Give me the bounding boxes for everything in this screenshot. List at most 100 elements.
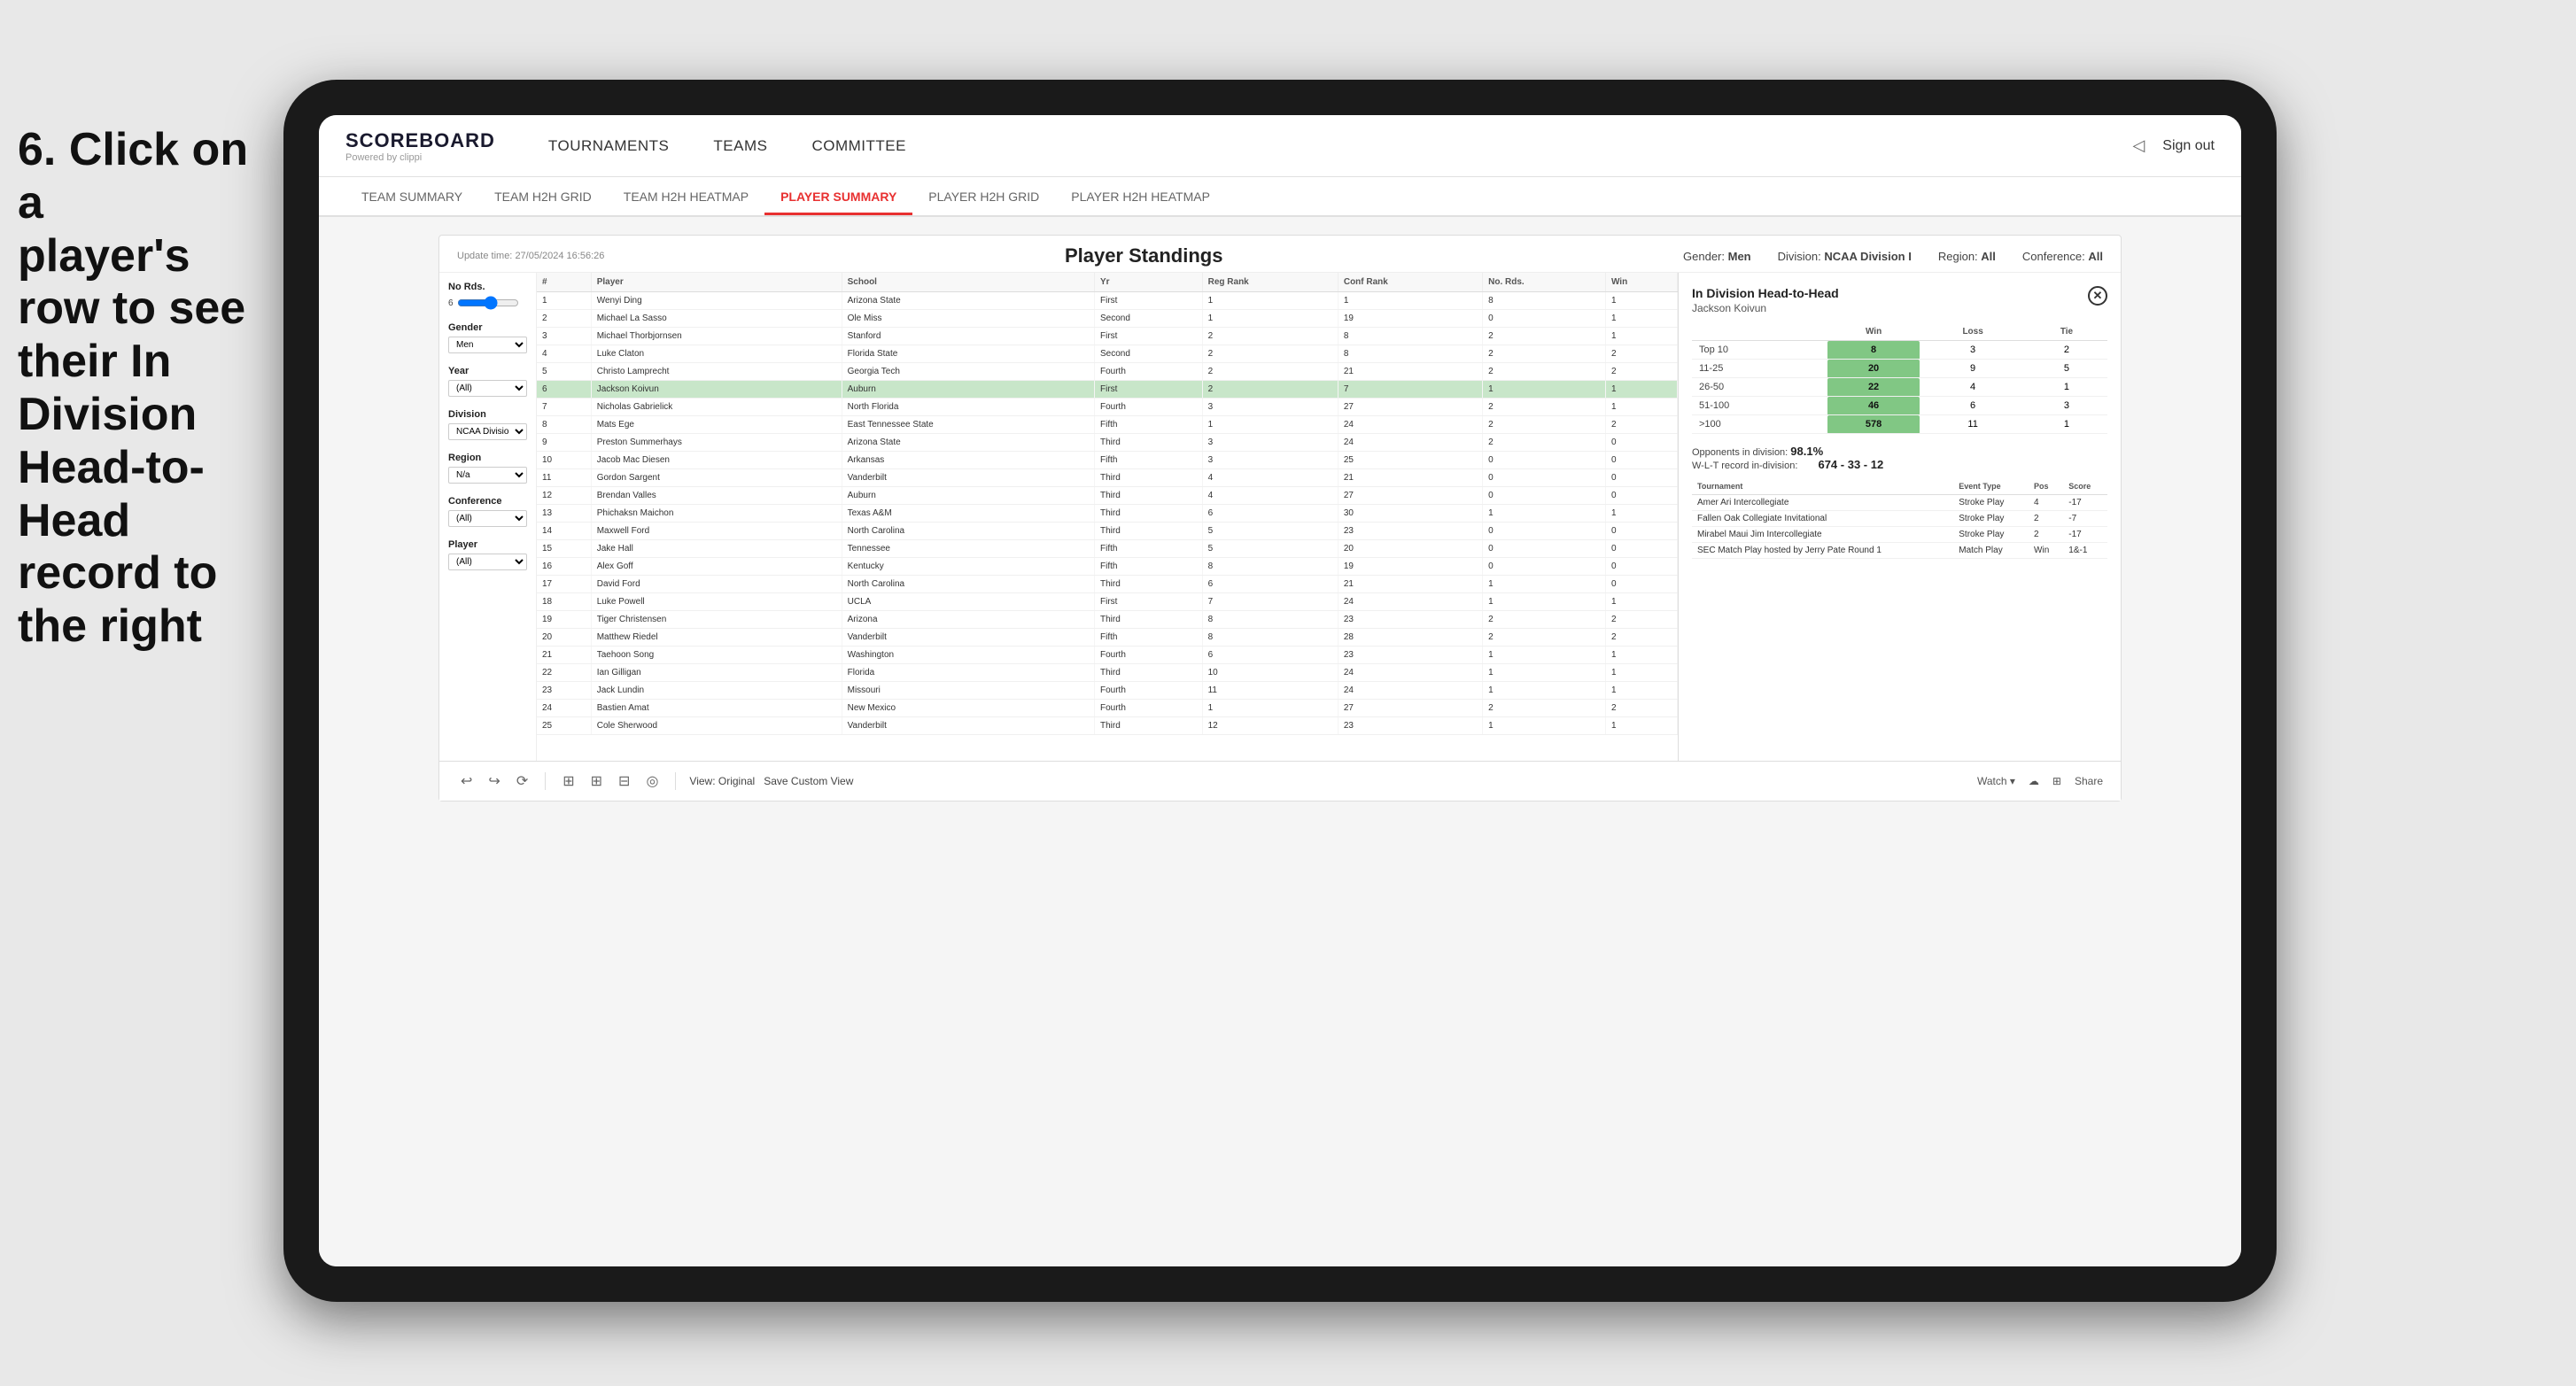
tourney-type: Match Play [1953, 543, 2029, 559]
subnav-team-h2h-grid[interactable]: TEAM H2H GRID [478, 181, 608, 215]
toolbar-remove[interactable]: ⊟ [615, 769, 633, 794]
table-row[interactable]: 19 Tiger Christensen Arizona Third 8 23 … [537, 611, 1678, 629]
table-row[interactable]: 24 Bastien Amat New Mexico Fourth 1 27 2… [537, 700, 1678, 717]
cell-reg-rank: 2 [1202, 381, 1338, 399]
table-row[interactable]: 21 Taehoon Song Washington Fourth 6 23 1… [537, 647, 1678, 664]
cell-no-rds: 2 [1483, 363, 1606, 381]
cell-conf-rank: 28 [1338, 629, 1482, 647]
tourney-row: SEC Match Play hosted by Jerry Pate Roun… [1692, 543, 2107, 559]
sign-out-link[interactable]: Sign out [2162, 138, 2215, 154]
toolbar-refresh[interactable]: ⟳ [513, 769, 531, 794]
cell-rownum: 9 [537, 434, 591, 452]
table-row[interactable]: 17 David Ford North Carolina Third 6 21 … [537, 576, 1678, 593]
table-row[interactable]: 10 Jacob Mac Diesen Arkansas Fifth 3 25 … [537, 452, 1678, 469]
filter-sidebar: No Rds. 6 Gender Men [439, 273, 537, 761]
table-row[interactable]: 3 Michael Thorbjornsen Stanford First 2 … [537, 328, 1678, 345]
table-row[interactable]: 20 Matthew Riedel Vanderbilt Fifth 8 28 … [537, 629, 1678, 647]
nav-right: ◁ Sign out [2132, 136, 2215, 155]
cell-yr: Fifth [1095, 558, 1203, 576]
h2h-range: 11-25 [1692, 360, 1827, 378]
table-row[interactable]: 11 Gordon Sargent Vanderbilt Third 4 21 … [537, 469, 1678, 487]
rounds-slider[interactable] [457, 296, 519, 310]
toolbar-view-original[interactable]: View: Original [689, 775, 755, 787]
cell-win: 1 [1605, 647, 1677, 664]
h2h-losses: 11 [1920, 415, 2026, 434]
nav-icon-left[interactable]: ◁ [2132, 136, 2145, 155]
gender-select[interactable]: Men [448, 337, 527, 353]
cell-conf-rank: 24 [1338, 593, 1482, 611]
tourney-type: Stroke Play [1953, 527, 2029, 543]
cell-reg-rank: 4 [1202, 487, 1338, 505]
table-row[interactable]: 2 Michael La Sasso Ole Miss Second 1 19 … [537, 310, 1678, 328]
table-row[interactable]: 4 Luke Claton Florida State Second 2 8 2… [537, 345, 1678, 363]
cell-reg-rank: 6 [1202, 576, 1338, 593]
year-select[interactable]: (All) [448, 380, 527, 397]
division-select[interactable]: NCAA Division I [448, 423, 527, 440]
h2h-col-win: Win [1827, 323, 1920, 341]
nav-items: TOURNAMENTS TEAMS COMMITTEE [548, 133, 2133, 159]
tourney-col-type: Event Type [1953, 478, 2029, 495]
cell-no-rds: 2 [1483, 328, 1606, 345]
filter-rounds: No Rds. 6 [448, 282, 527, 310]
table-row[interactable]: 8 Mats Ege East Tennessee State Fifth 1 … [537, 416, 1678, 434]
cell-no-rds: 0 [1483, 452, 1606, 469]
table-row[interactable]: 9 Preston Summerhays Arizona State Third… [537, 434, 1678, 452]
nav-teams[interactable]: TEAMS [713, 133, 767, 159]
toolbar-undo[interactable]: ↩ [457, 769, 476, 794]
player-select[interactable]: (All) [448, 554, 527, 570]
cell-player: Preston Summerhays [591, 434, 842, 452]
table-row[interactable]: 5 Christo Lamprecht Georgia Tech Fourth … [537, 363, 1678, 381]
cell-yr: Third [1095, 487, 1203, 505]
table-row[interactable]: 22 Ian Gilligan Florida Third 10 24 1 1 [537, 664, 1678, 682]
subnav-player-h2h-heatmap[interactable]: PLAYER H2H HEATMAP [1055, 181, 1226, 215]
toolbar-redo[interactable]: ↪ [485, 769, 503, 794]
h2h-range: >100 [1692, 415, 1827, 434]
table-row[interactable]: 25 Cole Sherwood Vanderbilt Third 12 23 … [537, 717, 1678, 735]
cell-no-rds: 0 [1483, 540, 1606, 558]
cell-conf-rank: 23 [1338, 523, 1482, 540]
toolbar-right: Watch ▾ ☁ ⊞ Share [1977, 775, 2103, 787]
tourney-name: Mirabel Maui Jim Intercollegiate [1692, 527, 1953, 543]
table-row[interactable]: 14 Maxwell Ford North Carolina Third 5 2… [537, 523, 1678, 540]
cell-no-rds: 2 [1483, 345, 1606, 363]
cell-rownum: 24 [537, 700, 591, 717]
subnav-player-h2h-grid[interactable]: PLAYER H2H GRID [912, 181, 1055, 215]
table-row[interactable]: 18 Luke Powell UCLA First 7 24 1 1 [537, 593, 1678, 611]
toolbar-target[interactable]: ◎ [642, 769, 662, 794]
region-select[interactable]: N/a [448, 467, 527, 484]
table-row[interactable]: 15 Jake Hall Tennessee Fifth 5 20 0 0 [537, 540, 1678, 558]
nav-committee[interactable]: COMMITTEE [811, 133, 906, 159]
cell-school: Missouri [842, 682, 1094, 700]
conference-select[interactable]: (All) [448, 510, 527, 527]
table-row[interactable]: 6 Jackson Koivun Auburn First 2 7 1 1 [537, 381, 1678, 399]
filter-division: Division: NCAA Division I [1778, 250, 1912, 263]
table-row[interactable]: 12 Brendan Valles Auburn Third 4 27 0 0 [537, 487, 1678, 505]
toolbar-add[interactable]: ⊞ [559, 769, 578, 794]
toolbar-icon-2[interactable]: ⊞ [2052, 775, 2061, 787]
h2h-losses: 6 [1920, 397, 2026, 415]
toolbar-save-custom[interactable]: Save Custom View [764, 775, 853, 787]
h2h-close-button[interactable]: ✕ [2088, 286, 2107, 306]
table-row[interactable]: 13 Phichaksn Maichon Texas A&M Third 6 3… [537, 505, 1678, 523]
cell-player: Taehoon Song [591, 647, 842, 664]
tablet-frame: SCOREBOARD Powered by clippi TOURNAMENTS… [283, 80, 2277, 1302]
table-row[interactable]: 7 Nicholas Gabrielick North Florida Four… [537, 399, 1678, 416]
toolbar-edit[interactable]: ⊞ [587, 769, 606, 794]
h2h-header: In Division Head-to-Head Jackson Koivun … [1692, 286, 2107, 314]
cell-win: 2 [1605, 416, 1677, 434]
tourney-pos: 2 [2029, 527, 2063, 543]
table-row[interactable]: 16 Alex Goff Kentucky Fifth 8 19 0 0 [537, 558, 1678, 576]
toolbar-watch[interactable]: Watch ▾ [1977, 775, 2015, 787]
cell-yr: Fourth [1095, 682, 1203, 700]
table-row[interactable]: 1 Wenyi Ding Arizona State First 1 1 8 1 [537, 292, 1678, 310]
cell-win: 0 [1605, 452, 1677, 469]
table-row[interactable]: 23 Jack Lundin Missouri Fourth 11 24 1 1 [537, 682, 1678, 700]
toolbar-icon-1[interactable]: ☁ [2029, 775, 2039, 787]
cell-school: Auburn [842, 381, 1094, 399]
cell-reg-rank: 8 [1202, 611, 1338, 629]
nav-tournaments[interactable]: TOURNAMENTS [548, 133, 669, 159]
subnav-player-summary[interactable]: PLAYER SUMMARY [764, 181, 912, 215]
subnav-team-summary[interactable]: TEAM SUMMARY [345, 181, 478, 215]
subnav-team-h2h-heatmap[interactable]: TEAM H2H HEATMAP [608, 181, 764, 215]
toolbar-share[interactable]: Share [2075, 775, 2103, 787]
